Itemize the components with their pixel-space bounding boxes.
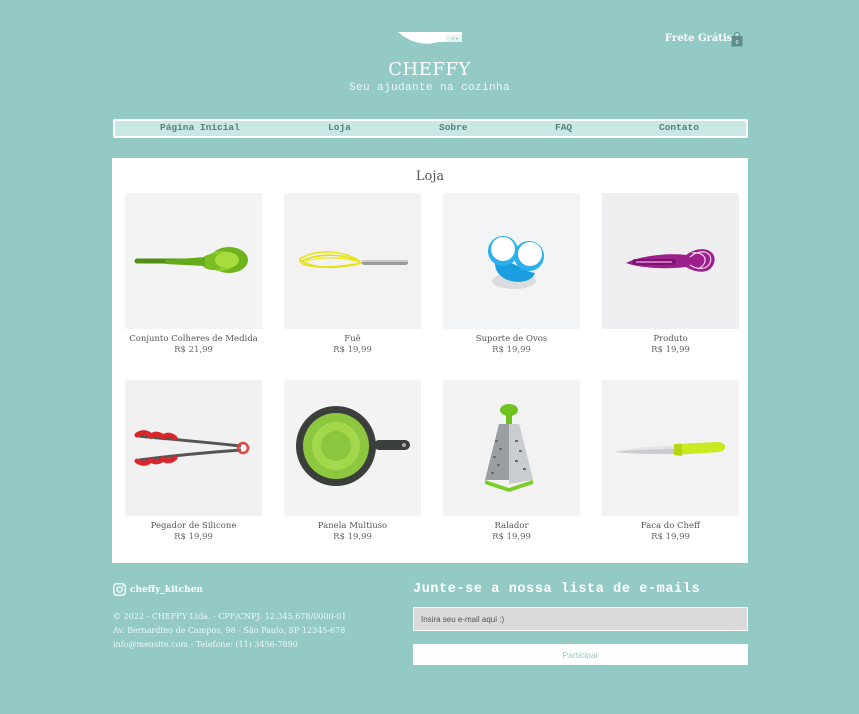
knife-logo-icon <box>398 32 462 44</box>
measuring-spoons-image[interactable] <box>125 193 262 329</box>
product-name[interactable]: Produto <box>602 334 739 344</box>
footer-address-line: Av. Bernardino de Campos, 98 - São Paulo… <box>113 626 346 635</box>
cart-count: 0 <box>736 40 739 46</box>
product-price: R$ 19,99 <box>651 532 690 542</box>
nav-item-faq[interactable]: FAQ <box>555 122 572 133</box>
main-nav: Página Inicial Loja Sobre FAQ Contato <box>113 119 748 138</box>
product-price: R$ 19,99 <box>492 532 531 542</box>
shop-section: Loja Conjunto Colheres de Medida R$ 21,9… <box>112 158 748 563</box>
product-price: R$ 21,99 <box>174 345 213 355</box>
product-card[interactable]: Ralador R$ 19,99 <box>443 380 580 542</box>
product-name[interactable]: Conjunto Colheres de Medida <box>125 334 262 344</box>
newsletter-title: Junte-se a nossa lista de e-mails <box>413 582 701 597</box>
footer-contact-line: info@meusite.com - Telefone: (11) 3456-7… <box>113 640 298 649</box>
product-card[interactable]: Panela Multiuso R$ 19,99 <box>284 380 421 542</box>
product-name[interactable]: Fuê <box>284 334 421 344</box>
product-card[interactable]: Produto R$ 19,99 <box>602 193 739 355</box>
product-card[interactable]: Pegador de Silicone R$ 19,99 <box>125 380 262 542</box>
nav-item-contact[interactable]: Contato <box>659 122 699 133</box>
egg-holder-image[interactable] <box>443 193 580 329</box>
subscribe-button[interactable]: Participar <box>413 644 748 665</box>
product-card[interactable]: Conjunto Colheres de Medida R$ 21,99 <box>125 193 262 355</box>
product-card[interactable]: Suporte de Ovos R$ 19,99 <box>443 193 580 355</box>
product-card[interactable]: Faca do Cheff R$ 19,99 <box>602 380 739 542</box>
free-shipping-label: Frete Grátis| <box>665 33 739 44</box>
product-price: R$ 19,99 <box>174 532 213 542</box>
tongs-image[interactable] <box>125 380 262 516</box>
product-price: R$ 19,99 <box>651 345 690 355</box>
product-card[interactable]: Fuê R$ 19,99 <box>284 193 421 355</box>
free-shipping-text: Frete Grátis <box>665 33 733 44</box>
instagram-handle[interactable]: cheffy_kitchen <box>130 585 203 595</box>
product-price: R$ 19,99 <box>333 345 372 355</box>
nav-item-shop[interactable]: Loja <box>328 122 351 133</box>
nav-item-home[interactable]: Página Inicial <box>160 122 240 133</box>
whisk-image[interactable] <box>284 193 421 329</box>
product-name[interactable]: Ralador <box>443 521 580 531</box>
shopping-bag-icon[interactable]: 0 <box>731 32 743 47</box>
brand-tagline: Seu ajudante na cozinha <box>348 82 511 94</box>
product-price: R$ 19,99 <box>333 532 372 542</box>
product-name[interactable]: Pegador de Silicone <box>125 521 262 531</box>
email-input[interactable] <box>413 607 748 631</box>
instagram-icon[interactable] <box>113 583 126 596</box>
brand-title[interactable]: CHEFFY <box>0 59 859 80</box>
product-name[interactable]: Suporte de Ovos <box>443 334 580 344</box>
product-name[interactable]: Faca do Cheff <box>602 521 739 531</box>
product-name[interactable]: Panela Multiuso <box>284 521 421 531</box>
purple-whisk-image[interactable] <box>602 193 739 329</box>
nav-item-about[interactable]: Sobre <box>439 122 468 133</box>
product-price: R$ 19,99 <box>492 345 531 355</box>
shop-title: Loja <box>415 169 445 184</box>
knife-image[interactable] <box>602 380 739 516</box>
grater-image[interactable] <box>443 380 580 516</box>
pan-image[interactable] <box>284 380 421 516</box>
footer-company-line: © 2022 - CHEFFY Ltda. - CPF/CNPJ: 12.345… <box>113 612 347 621</box>
